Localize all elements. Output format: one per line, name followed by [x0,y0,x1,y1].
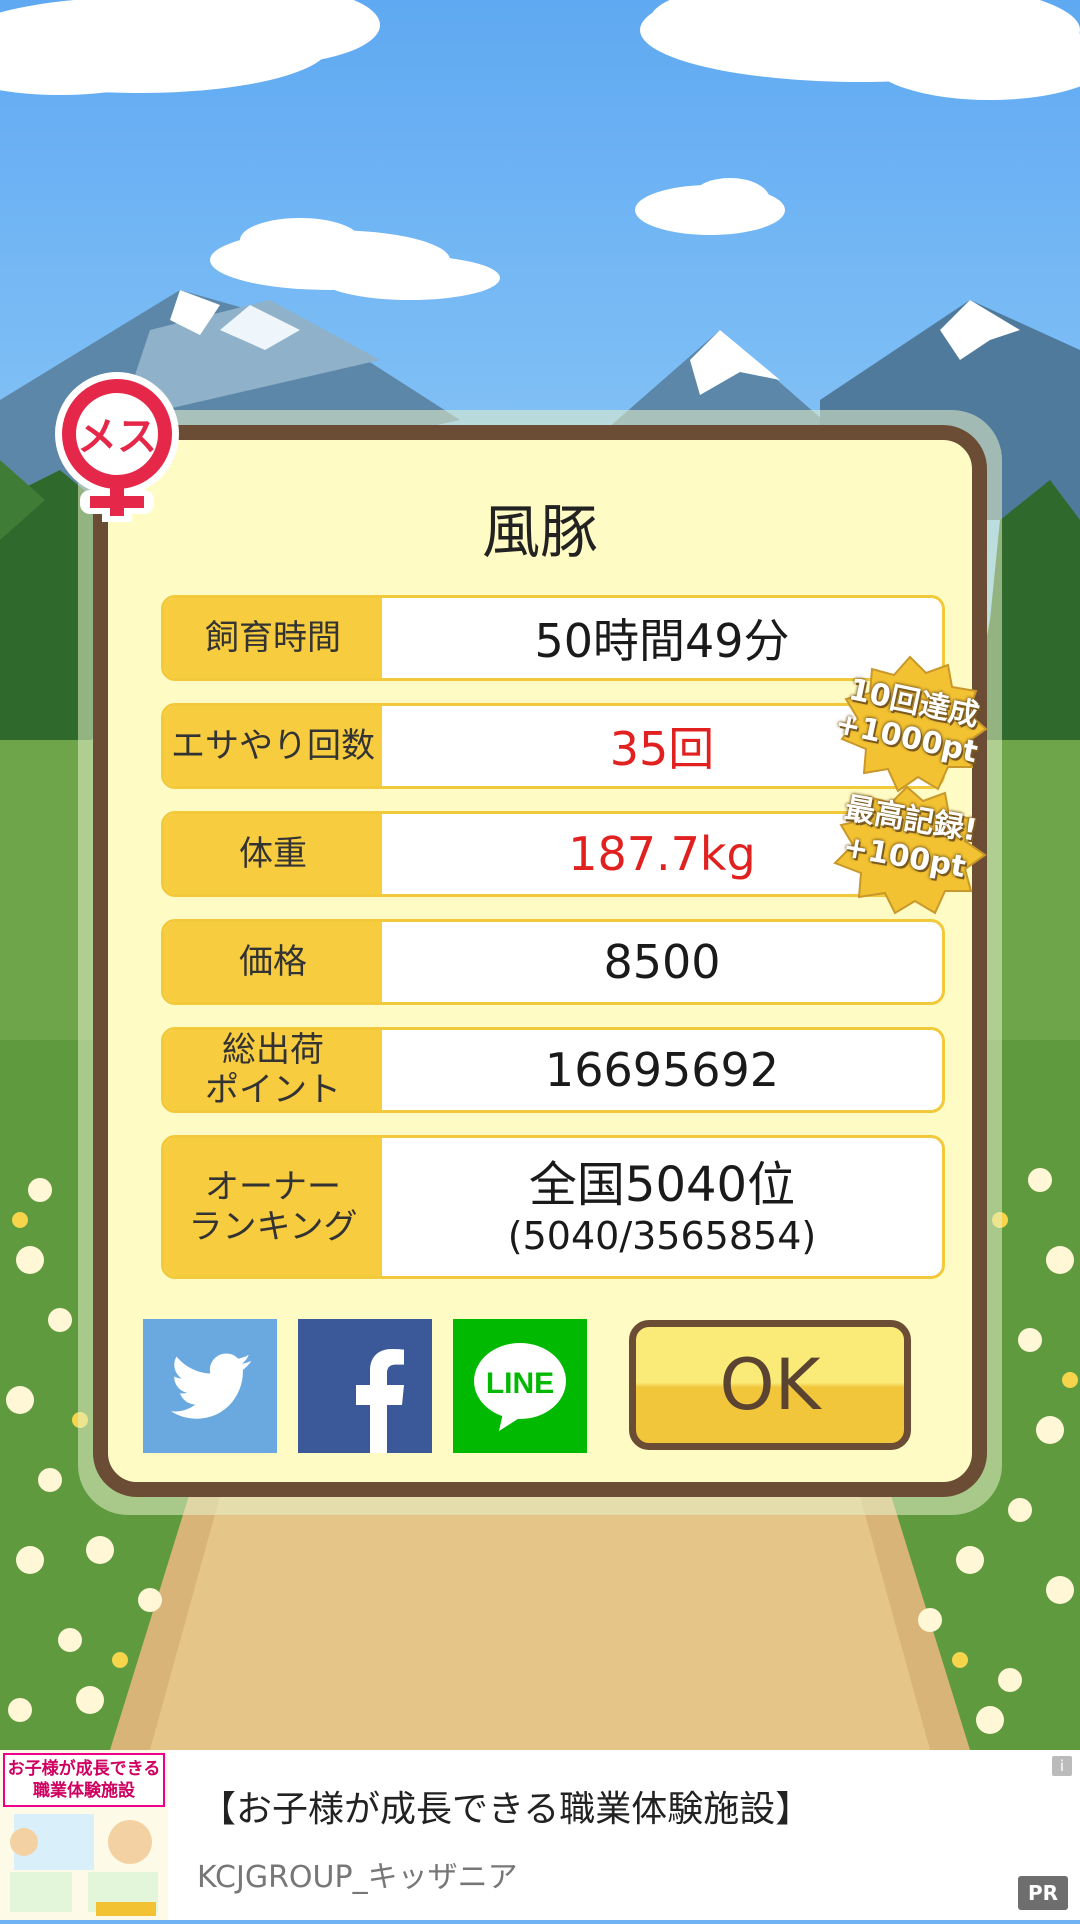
stat-value: 16695692 [544,1043,780,1097]
stat-label-line1: 総出荷 [222,1030,324,1070]
ranking-value: 全国5040位 (5040/3565854) [382,1138,942,1276]
twitter-share-button[interactable] [143,1319,277,1453]
stat-label-line2: ポイント [205,1070,341,1110]
ranking-detail: (5040/3565854) [507,1214,817,1258]
stat-label: 飼育時間 [164,598,382,678]
facebook-f-icon [356,1349,404,1453]
ok-button[interactable]: OK [629,1320,911,1450]
stat-row-feeding-count: エサやり回数 35回 [161,703,945,789]
stat-label: 総出荷 ポイント [164,1030,382,1110]
line-label: LINE [486,1367,554,1400]
stat-row-raising-time: 飼育時間 50時間49分 [161,595,945,681]
ad-sponsor: KCJGROUP_キッザニア [197,1860,518,1895]
ranking-rank: 全国5040位 [528,1157,796,1213]
stat-row-total-shipping-points: 総出荷 ポイント 16695692 [161,1027,945,1113]
pig-name-title: 風豚 [481,498,598,566]
facebook-share-button[interactable] [298,1319,432,1453]
ad-image-text: お子様が成長できる職業体験施設 [7,1759,161,1801]
female-symbol-icon: メス [55,372,179,522]
ranking-label-line2: ランキング [188,1207,358,1247]
ad-pr-badge: PR [1018,1876,1068,1910]
line-share-button[interactable]: LINE [453,1319,587,1453]
gender-label: メス [77,414,157,460]
stat-label: 価格 [164,922,382,1002]
stat-row-owner-ranking: オーナー ランキング 全国5040位 (5040/3565854) [161,1135,945,1279]
ad-info-icon[interactable]: i [1052,1756,1072,1776]
stat-label: オーナー ランキング [164,1138,382,1276]
stat-value: 8500 [603,935,721,989]
ranking-label-line1: オーナー [204,1167,341,1207]
result-dialog: 風豚 飼育時間 50時間49分 エサやり回数 35回 体重 187.7kg 価格… [93,425,987,1497]
line-icon: LINE [474,1343,566,1431]
stat-label: エサやり回数 [164,706,382,786]
ad-banner[interactable]: お子様が成長できる職業体験施設 【お子様が成長できる職業体験施設】 KCJGRO… [0,1750,1080,1920]
stat-row-price: 価格 8500 [161,919,945,1005]
bonus-badge-feeding: 10回達成 +1000pt [830,655,990,795]
bonus-badge-record: 最高記録! +100pt [825,785,990,915]
twitter-bird-icon [171,1353,251,1419]
ad-title[interactable]: 【お子様が成長できる職業体験施設】 [200,1780,811,1832]
stat-label: 体重 [164,814,382,894]
ad-image[interactable]: お子様が成長できる職業体験施設 [0,1750,168,1920]
